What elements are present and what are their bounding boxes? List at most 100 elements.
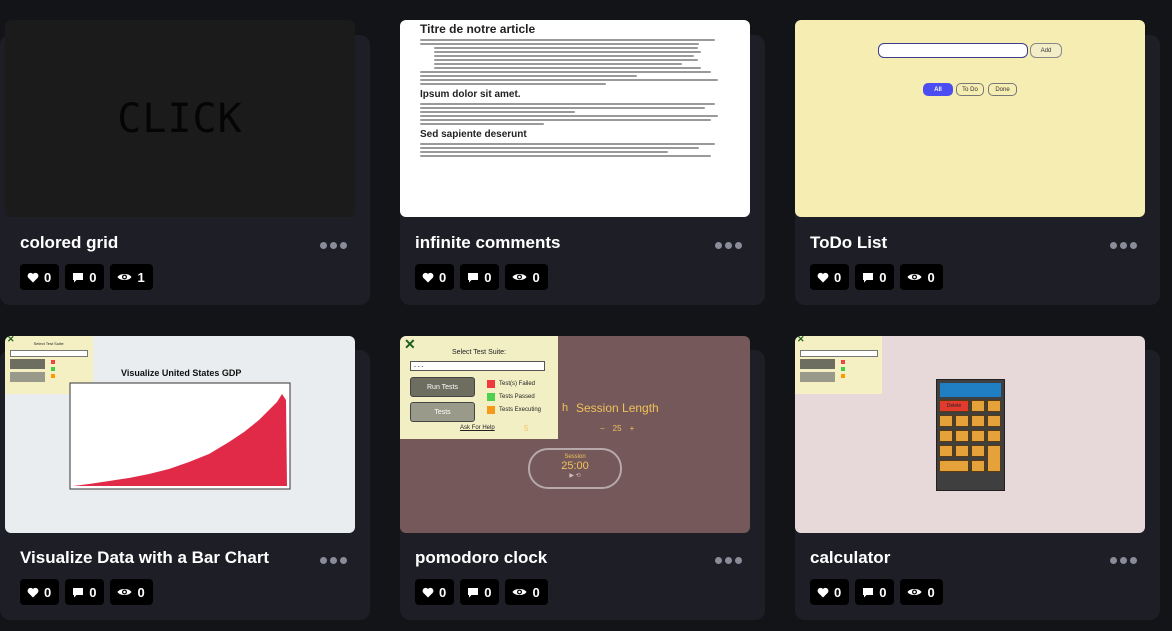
comment-button[interactable]: 0 [460,579,500,605]
comment-count: 0 [879,269,887,285]
legend-failed: Test(s) Failed [487,380,535,388]
session-length-value: 25 [612,424,622,433]
comment-icon [73,272,84,282]
pen-preview[interactable]: CLICK [5,20,355,217]
plus-icon: + [629,424,635,433]
heart-icon [817,272,829,282]
like-count: 0 [834,584,842,600]
like-button[interactable]: 0 [810,579,850,605]
more-dots-icon[interactable] [320,240,350,250]
heart-icon [27,587,39,597]
comment-count: 0 [484,584,492,600]
heart-icon [422,272,434,282]
ask-for-help-link: Ask For Help [460,425,495,431]
comment-icon [468,272,479,282]
play-reset-icons: ▶ ⟲ [569,473,581,479]
like-button[interactable]: 0 [415,579,455,605]
more-dots-icon[interactable] [715,555,745,565]
like-count: 0 [439,269,447,285]
timer-value: 25:00 [561,460,589,472]
pen-preview[interactable]: Add All To Do Done [795,20,1145,217]
panel-label: Select Test Suite: [452,349,506,356]
pen-preview[interactable]: ✕ Select Test Suite: Visualize United St… [5,336,355,533]
like-button[interactable]: 0 [20,264,60,290]
comment-button[interactable]: 0 [460,264,500,290]
pen-title[interactable]: calculator [810,548,890,568]
pen-title[interactable]: pomodoro clock [415,548,547,568]
like-button[interactable]: 0 [20,579,60,605]
pen-title[interactable]: Visualize Data with a Bar Chart [20,548,269,568]
session-length-label: Session Length [576,401,659,415]
article-subheading: Sed sapiente deserunt [420,129,527,140]
comment-icon [73,587,84,597]
heart-icon [27,272,39,282]
eye-icon [512,589,527,595]
more-dots-icon[interactable] [1110,240,1140,250]
pen-preview[interactable]: ✕ Select Test Suite: - - - Run Tests Tes… [400,336,750,533]
pen-title[interactable]: infinite comments [415,233,560,253]
filter-all-button: All [923,83,953,96]
comment-button[interactable]: 0 [855,579,895,605]
view-button[interactable]: 0 [505,579,548,605]
comment-icon [863,272,874,282]
view-button[interactable]: 0 [110,579,153,605]
more-dots-icon[interactable] [320,555,350,565]
comment-icon [863,587,874,597]
legend-passed: Tests Passed [487,393,535,401]
view-button[interactable]: 1 [110,264,153,290]
pen-card: Titre de notre article Ipsum dolor sit a… [400,20,765,305]
todo-add-button: Add [1030,43,1062,58]
comment-count: 0 [89,584,97,600]
view-button[interactable]: 0 [900,579,943,605]
test-suite-select: - - - [410,361,545,371]
pen-title[interactable]: colored grid [20,233,118,253]
eye-icon [907,589,922,595]
comment-button[interactable]: 0 [65,264,105,290]
more-dots-icon[interactable] [1110,555,1140,565]
comment-count: 0 [484,269,492,285]
timer-display: Session 25:00 ▶ ⟲ [528,448,622,489]
session-length-controls: − 25 + [600,424,634,433]
article-subheading: Ipsum dolor sit amet. [420,89,521,100]
test-suite-panel: ✕ [795,336,882,394]
like-count: 0 [834,269,842,285]
todo-input [878,43,1028,58]
legend-executing: Tests Executing [487,406,541,414]
break-length-partial: h [562,402,569,414]
view-button[interactable]: 0 [505,264,548,290]
comment-count: 0 [879,584,887,600]
view-count: 1 [137,269,145,285]
like-count: 0 [439,584,447,600]
preview-click-text: CLICK [117,95,243,142]
comment-button[interactable]: 0 [65,579,105,605]
comment-count: 0 [89,269,97,285]
run-tests-button: Run Tests [410,377,475,397]
filter-done-button: Done [988,83,1017,96]
test-suite-panel: ✕ Select Test Suite: - - - Run Tests Tes… [400,336,558,439]
pen-title[interactable]: ToDo List [810,233,887,253]
eye-icon [117,274,132,280]
pen-preview[interactable]: Titre de notre article Ipsum dolor sit a… [400,20,750,217]
more-dots-icon[interactable] [715,240,745,250]
chart-title: Visualize United States GDP [121,368,242,378]
view-button[interactable]: 0 [900,264,943,290]
calculator-body: Delete [936,379,1005,491]
comment-button[interactable]: 0 [855,264,895,290]
like-count: 0 [44,269,52,285]
pen-card: Add All To Do Done ToDo List 0 0 0 [795,20,1160,305]
view-count: 0 [927,584,935,600]
like-button[interactable]: 0 [810,264,850,290]
pen-card: CLICK colored grid 0 0 1 [0,20,370,305]
pen-card: ✕ Select Test Suite: - - - Run Tests Tes… [400,336,765,620]
heart-icon [817,587,829,597]
tests-button: Tests [410,402,475,422]
pen-preview[interactable]: ✕ Delete [795,336,1145,533]
minus-icon: − [600,424,605,433]
comment-icon [468,587,479,597]
filter-todo-button: To Do [956,83,984,96]
eye-icon [512,274,527,280]
like-button[interactable]: 0 [415,264,455,290]
pen-card: ✕ Delete calculator 0 0 0 [795,336,1160,620]
view-count: 0 [927,269,935,285]
calculator-display [940,383,1001,397]
